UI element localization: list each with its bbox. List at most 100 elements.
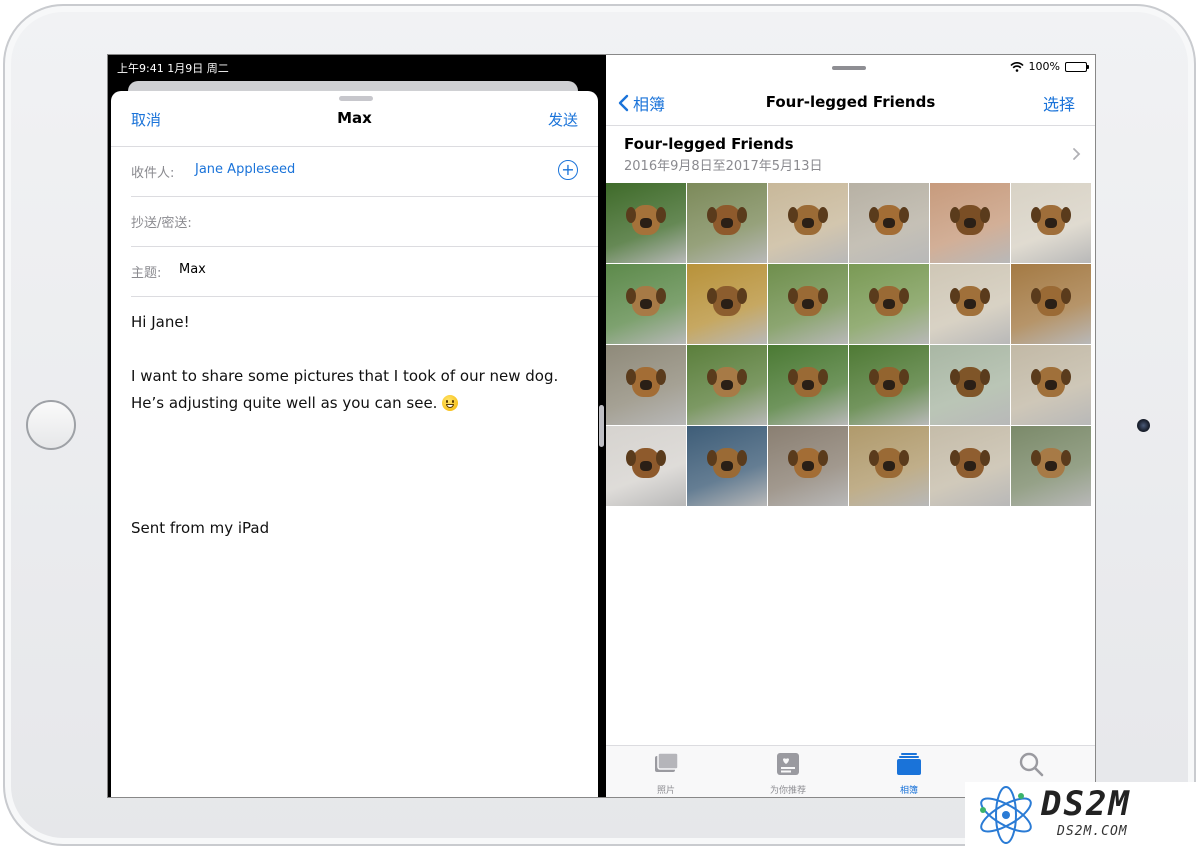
album-title: Four-legged Friends: [624, 135, 794, 153]
photo-thumbnail[interactable]: [768, 264, 848, 344]
photos-split-pane: 100% 相簿 Four-legged Friends 选择 Four-legg…: [606, 55, 1095, 797]
dog-photo-subject: [1031, 367, 1065, 397]
signature-text: Sent from my iPad: [131, 519, 270, 537]
photo-thumbnail[interactable]: [849, 345, 929, 425]
photo-thumbnail[interactable]: [606, 345, 686, 425]
atom-logo-icon: [980, 786, 1032, 844]
subject-value[interactable]: Max: [179, 262, 206, 277]
greeting-text: Hi Jane!: [131, 313, 190, 331]
album-nav-title: Four-legged Friends: [765, 93, 936, 111]
tab-albums-label: 相簿: [899, 786, 918, 796]
tab-photos[interactable]: 照片: [626, 750, 706, 796]
ipad-screen: 上午9:41 1月9日 周二 取消 Max 发送 收件人: Jane Apple…: [107, 54, 1096, 798]
tab-search[interactable]: [991, 750, 1071, 783]
dog-photo-subject: [950, 448, 984, 478]
to-field[interactable]: 收件人: Jane Appleseed +: [131, 146, 598, 197]
album-header[interactable]: Four-legged Friends 2016年9月8日至2017年5月13日: [624, 135, 823, 174]
dog-photo-subject: [869, 205, 903, 235]
dog-photo-subject: [788, 448, 822, 478]
photo-thumbnail[interactable]: [687, 345, 767, 425]
album-date-range: 2016年9月8日至2017年5月13日: [624, 159, 823, 174]
tab-albums[interactable]: 相簿: [869, 750, 949, 796]
wifi-icon: [1009, 61, 1024, 72]
dog-photo-subject: [707, 367, 741, 397]
recipient-token[interactable]: Jane Appleseed: [195, 162, 295, 177]
photo-thumbnail[interactable]: [606, 183, 686, 263]
body-line-2: He’s adjusting quite well as you can see…: [131, 394, 438, 412]
compose-title: Max: [337, 109, 372, 127]
subject-label: 主题:: [131, 266, 162, 281]
photo-thumbnail[interactable]: [849, 426, 929, 506]
mail-compose-sheet: 取消 Max 发送 收件人: Jane Appleseed + 抄送/密送: 主…: [111, 91, 598, 797]
dog-photo-subject: [707, 286, 741, 316]
photo-thumbnail[interactable]: [930, 426, 1010, 506]
dog-photo-subject: [869, 367, 903, 397]
dog-photo-subject: [1031, 205, 1065, 235]
photos-icon: [655, 752, 679, 772]
dog-photo-subject: [950, 367, 984, 397]
dog-photo-subject: [707, 448, 741, 478]
dog-photo-subject: [788, 367, 822, 397]
photo-thumbnail[interactable]: [930, 183, 1010, 263]
dog-photo-subject: [788, 205, 822, 235]
photo-thumbnail[interactable]: [687, 183, 767, 263]
add-recipient-icon[interactable]: +: [558, 160, 578, 180]
dog-photo-subject: [950, 205, 984, 235]
status-indicators: 100%: [1009, 60, 1089, 73]
chevron-right-icon[interactable]: [1072, 147, 1081, 161]
photo-thumbnail[interactable]: [768, 183, 848, 263]
tab-for-you-label: 为你推荐: [769, 786, 806, 796]
dog-photo-subject: [626, 205, 660, 235]
for-you-icon: [777, 753, 799, 775]
watermark-text: DS2M: [1041, 784, 1131, 824]
photo-thumbnail[interactable]: [1011, 264, 1091, 344]
dog-photo-subject: [788, 286, 822, 316]
mail-split-pane: 上午9:41 1月9日 周二 取消 Max 发送 收件人: Jane Apple…: [108, 55, 598, 797]
send-button[interactable]: 发送: [548, 109, 578, 130]
photo-thumbnail[interactable]: [687, 264, 767, 344]
photos-nav-bar: 相簿 Four-legged Friends 选择: [606, 83, 1095, 126]
dog-photo-subject: [626, 448, 660, 478]
photo-thumbnail[interactable]: [1011, 345, 1091, 425]
photo-thumbnail[interactable]: [930, 345, 1010, 425]
tab-photos-label: 照片: [656, 786, 675, 796]
dog-photo-subject: [1031, 448, 1065, 478]
search-icon: [1019, 752, 1044, 777]
watermark-url: DS2M.COM: [1057, 824, 1128, 839]
dog-photo-subject: [707, 205, 741, 235]
photo-thumbnail[interactable]: [687, 426, 767, 506]
split-view-divider[interactable]: [598, 55, 606, 797]
photo-thumbnail[interactable]: [930, 264, 1010, 344]
dog-photo-subject: [950, 286, 984, 316]
subject-field[interactable]: 主题: Max: [131, 246, 598, 297]
dog-photo-subject: [626, 367, 660, 397]
photo-thumbnail[interactable]: [849, 183, 929, 263]
front-camera: [1137, 419, 1150, 432]
message-body[interactable]: Hi Jane! I want to share some pictures t…: [131, 309, 581, 417]
albums-icon: [897, 753, 921, 775]
battery-icon: [1065, 61, 1089, 72]
status-time-date: 上午9:41 1月9日 周二: [117, 62, 229, 75]
dog-photo-subject: [1031, 286, 1065, 316]
dog-photo-subject: [869, 448, 903, 478]
photo-grid: [606, 183, 1092, 506]
photo-thumbnail[interactable]: [1011, 426, 1091, 506]
battery-percent: 100%: [1028, 60, 1060, 73]
photo-thumbnail[interactable]: [768, 426, 848, 506]
photo-thumbnail[interactable]: [606, 426, 686, 506]
multitask-grabber[interactable]: [832, 66, 866, 70]
photo-thumbnail[interactable]: [768, 345, 848, 425]
cc-bcc-label: 抄送/密送:: [131, 216, 192, 231]
cc-bcc-field[interactable]: 抄送/密送:: [131, 196, 598, 247]
smiley-emoji-icon: [442, 395, 459, 411]
photo-thumbnail[interactable]: [849, 264, 929, 344]
dog-photo-subject: [626, 286, 660, 316]
to-label: 收件人:: [131, 166, 175, 181]
select-button[interactable]: 选择: [1043, 91, 1075, 115]
tab-for-you[interactable]: 为你推荐: [748, 750, 828, 796]
compose-nav-bar: 取消 Max 发送: [111, 91, 598, 147]
photo-thumbnail[interactable]: [1011, 183, 1091, 263]
divider-handle[interactable]: [599, 405, 604, 447]
photo-thumbnail[interactable]: [606, 264, 686, 344]
home-button[interactable]: [26, 400, 76, 450]
